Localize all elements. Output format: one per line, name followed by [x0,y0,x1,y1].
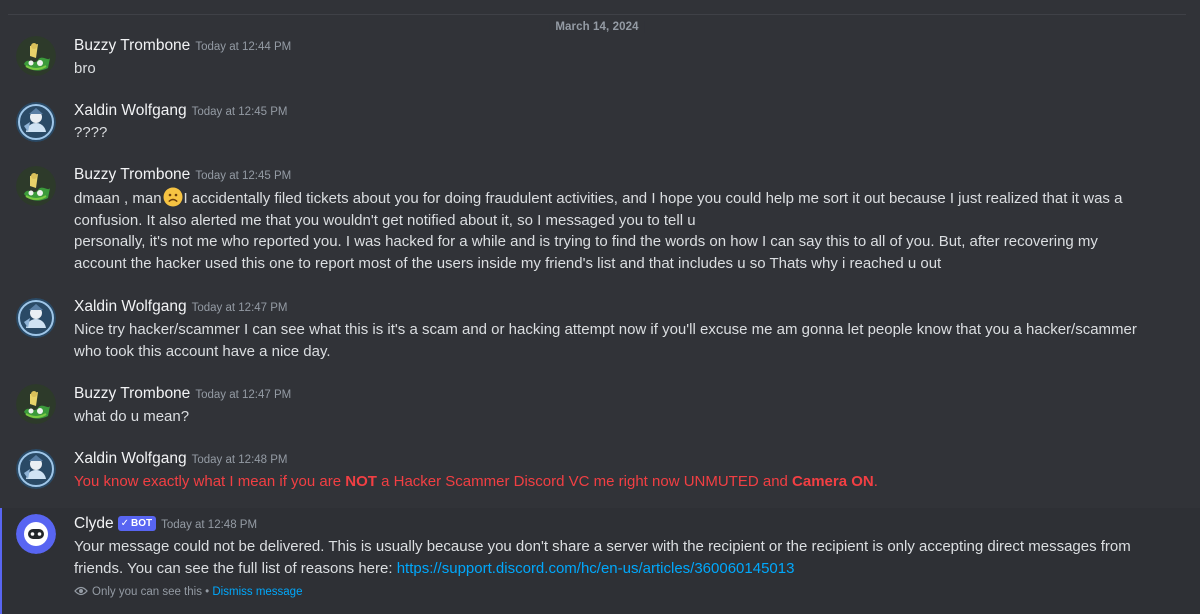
timestamp: Today at 12:44 PM [195,41,292,53]
message-header: Xaldin Wolfgang Today at 12:45 PM [74,102,288,120]
username[interactable]: Xaldin Wolfgang [74,102,187,119]
character-avatar-icon [16,298,56,338]
message-content: what do u mean? [74,408,190,425]
message-header: Clyde ✓ BOT Today at 12:48 PM [74,515,257,533]
message-text: I accidentally filed tickets about you f… [183,190,1123,207]
ephemeral-note: Only you can see this • Dismiss message [74,585,302,598]
message-line: dmaan , man I accidentally filed tickets … [74,187,1170,210]
message-text: a Hacker Scammer Discord VC me right now… [376,473,793,490]
message-header: Buzzy Trombone Today at 12:47 PM [74,385,291,403]
timestamp: Today at 12:47 PM [195,389,292,401]
message-bold-text: NOT [345,473,377,490]
character-avatar-icon [16,102,56,142]
ephemeral-message-bar [0,508,2,614]
message-content: bro [74,60,96,77]
buzzy-avatar[interactable] [16,384,56,424]
clyde-avatar[interactable] [16,514,56,554]
message-line: personally, it's not me who reported you… [74,233,1098,250]
ephemeral-note-text: Only you can see this [92,586,202,598]
bot-badge: ✓ BOT [117,516,157,531]
username[interactable]: Buzzy Trombone [74,385,190,402]
trombone-avatar-icon [16,36,56,76]
message-bold-text: Camera ON [792,473,874,490]
message-header: Xaldin Wolfgang Today at 12:47 PM [74,298,288,316]
timestamp: Today at 12:45 PM [191,106,288,118]
dismiss-message-link[interactable]: Dismiss message [212,586,302,598]
timestamp: Today at 12:48 PM [191,454,288,466]
clyde-bot-icon [16,514,56,554]
buzzy-avatar[interactable] [16,166,56,206]
buzzy-avatar[interactable] [16,36,56,76]
message-line: Nice try hacker/scammer I can see what t… [74,321,1137,338]
trombone-avatar-icon [16,166,56,206]
separator: • [201,586,213,598]
message-header: Buzzy Trombone Today at 12:45 PM [74,166,291,184]
frowning-face-emoji-icon [163,187,183,207]
message-content: Nice try hacker/scammer I can see what t… [74,319,1170,362]
message-line: Your message could not be delivered. Thi… [74,538,1131,555]
trombone-avatar-icon [16,384,56,424]
message-content: ???? [74,124,108,141]
message-line: who took this account have a nice day. [74,342,331,360]
timestamp: Today at 12:47 PM [191,302,288,314]
message-line: account the hacker used this one to repo… [74,254,942,272]
message-content: Your message could not be delivered. Thi… [74,536,1170,579]
bot-badge-label: BOT [131,518,153,529]
date-divider: March 14, 2024 [8,14,1186,33]
character-avatar-icon [16,449,56,489]
username[interactable]: Xaldin Wolfgang [74,298,187,315]
message-text: You know exactly what I mean if you are [74,473,346,490]
xaldin-avatar[interactable] [16,449,56,489]
message-header: Xaldin Wolfgang Today at 12:48 PM [74,450,288,468]
message-header: Buzzy Trombone Today at 12:44 PM [74,37,291,55]
message-text: friends. You can see the full list of re… [74,559,397,577]
message-line: confusion. It also alerted me that you w… [74,211,696,229]
username[interactable]: Clyde [74,515,114,532]
date-divider-label: March 14, 2024 [549,21,645,33]
message-content: You know exactly what I mean if you are … [74,471,1170,493]
username[interactable]: Xaldin Wolfgang [74,450,187,467]
chat-window: March 14, 2024 Buzzy Trombone Today at 12… [0,0,1200,614]
message-line: friends. You can see the full list of re… [74,558,1170,580]
timestamp: Today at 12:45 PM [195,170,292,182]
eye-icon [74,586,88,596]
message-text: . [873,473,878,490]
timestamp: Today at 12:48 PM [161,519,258,531]
username[interactable]: Buzzy Trombone [74,37,190,54]
support-link[interactable]: https://support.discord.com/hc/en-us/art… [397,560,795,577]
message-content: dmaan , man I accidentally filed tickets … [74,187,1170,274]
message-text: dmaan , man [74,190,162,207]
xaldin-avatar[interactable] [16,298,56,338]
verified-check-icon: ✓ [120,518,130,529]
username[interactable]: Buzzy Trombone [74,166,190,183]
xaldin-avatar[interactable] [16,102,56,142]
